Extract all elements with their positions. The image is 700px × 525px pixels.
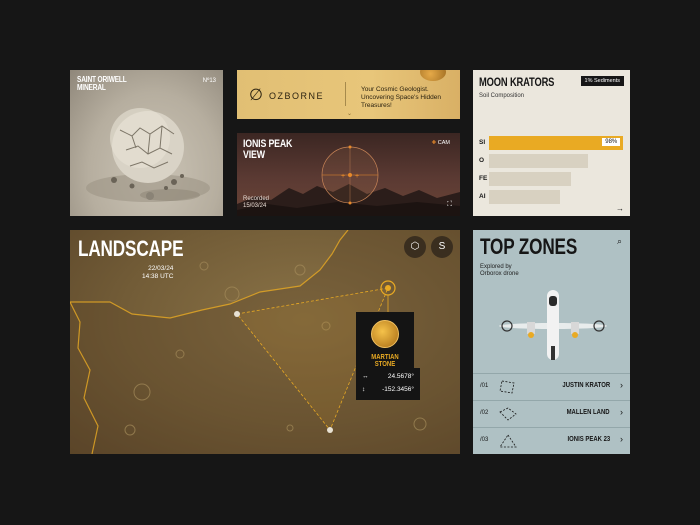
- composition-bar: [489, 190, 561, 204]
- peak-title: IONIS PEAK VIEW: [243, 139, 292, 161]
- fullscreen-icon[interactable]: ⛶: [447, 201, 452, 209]
- chevron-right-icon[interactable]: ›: [620, 434, 623, 444]
- zone-shape-icon: [499, 434, 517, 448]
- krators-title: MOON KRATORS: [479, 75, 555, 89]
- composition-label: FE: [479, 175, 488, 182]
- brand-name: OZBORNE: [269, 91, 325, 101]
- recorded-info: Recorded 15/03/24: [243, 196, 269, 210]
- composition-label: SI: [479, 139, 486, 146]
- zone-name: IONIS PEAK 23: [567, 436, 610, 443]
- svg-text:+: +: [355, 173, 359, 180]
- composition-bar: [489, 154, 588, 168]
- zone-name: JUSTIN KRATOR: [562, 382, 610, 389]
- tagline-line-2: Uncovering Space's Hidden Treasures!: [361, 94, 442, 109]
- drone-image: [499, 290, 607, 360]
- zone-row[interactable]: /02 MALLEN LAND ›: [473, 400, 630, 426]
- brand-tagline: Your Cosmic Geologist. Uncovering Space'…: [361, 86, 460, 110]
- zones-card[interactable]: TOP ZONES ⌕ Explored by Orborox drone /0…: [473, 230, 630, 454]
- martian-stone-image: [371, 320, 399, 348]
- zone-shape-icon: [499, 380, 515, 394]
- title-line-2: MINERAL: [77, 83, 106, 92]
- composition-row[interactable]: AI: [473, 190, 630, 204]
- mineral-number: Nº13: [202, 78, 216, 84]
- mineral-title: SAINT ORIWELL MINERAL: [77, 76, 127, 92]
- composition-label: O: [479, 157, 485, 164]
- krators-card[interactable]: MOON KRATORS 1% Sediments Soil Compositi…: [473, 70, 630, 216]
- recorded-date: 15/03/24: [243, 203, 267, 209]
- ozborne-logo-icon: ∅: [249, 87, 263, 104]
- recorded-label: Recorded: [243, 196, 270, 202]
- zone-shape-icon: [499, 407, 517, 421]
- zone-row[interactable]: /01 JUSTIN KRATOR ›: [473, 373, 630, 399]
- composition-label: AI: [479, 193, 486, 200]
- cam-indicator[interactable]: ✚ CAM: [432, 140, 450, 146]
- route-icon: S: [438, 241, 446, 252]
- latitude-row: ↕ -152.3456°: [362, 386, 414, 398]
- latitude-value: -152.3456°: [382, 386, 414, 393]
- composition-row[interactable]: O: [473, 154, 630, 168]
- vertical-arrows-icon: ↕: [362, 386, 366, 393]
- coordinates-panel: ↔ 24.5678° ↕ -152.3456°: [356, 368, 420, 400]
- arrow-right-icon[interactable]: →: [616, 204, 624, 213]
- poi-name: MARTIAN STONE: [371, 354, 399, 368]
- chevron-right-icon[interactable]: ›: [620, 380, 623, 390]
- zone-index: /03: [480, 437, 489, 443]
- chevron-right-icon[interactable]: ›: [620, 407, 623, 417]
- zones-title: TOP ZONES: [480, 234, 578, 259]
- title-line-2: VIEW: [243, 149, 265, 161]
- search-icon[interactable]: ⌕: [617, 236, 622, 247]
- zone-index: /01: [480, 383, 489, 389]
- landscape-title: LANDSCAPE: [78, 236, 184, 261]
- cube-view-button[interactable]: ⬡: [404, 236, 426, 258]
- krators-subtitle: Soil Composition: [479, 93, 525, 99]
- composition-bar: [489, 172, 572, 186]
- divider: [345, 82, 346, 106]
- mineral-card[interactable]: SAINT ORIWELL MINERAL Nº13: [70, 70, 223, 216]
- floating-rock: [420, 70, 446, 81]
- composition-row[interactable]: 98% SI: [473, 136, 630, 150]
- zone-row[interactable]: /03 IONIS PEAK 23 ›: [473, 427, 630, 453]
- zone-name: MALLEN LAND: [567, 409, 610, 416]
- route-button[interactable]: S: [431, 236, 453, 258]
- subtitle-line-1: Explored by: [480, 264, 512, 270]
- sediments-badge: 1% Sediments: [580, 76, 624, 86]
- composition-percent: 98%: [602, 138, 621, 146]
- composition-bar: 98%: [489, 136, 624, 150]
- horizontal-arrows-icon: ↔: [362, 373, 369, 380]
- tagline-line-1: Your Cosmic Geologist.: [361, 86, 429, 93]
- landscape-time: 14:38 UTC: [142, 273, 174, 280]
- longitude-row: ↔ 24.5678°: [362, 373, 414, 385]
- zones-subtitle: Explored by Orborox drone: [480, 264, 519, 278]
- brand-banner[interactable]: ∅ OZBORNE Your Cosmic Geologist. Uncover…: [237, 70, 460, 119]
- peak-view-card[interactable]: + + IONIS PEAK VIEW ✚ CAM Recorded 15/03…: [237, 133, 460, 216]
- landscape-timestamp: 22/03/24 14:38 UTC: [142, 265, 173, 281]
- landscape-map[interactable]: LANDSCAPE 22/03/24 14:38 UTC ⬡ S MARTIAN…: [70, 230, 460, 454]
- chevron-down-icon[interactable]: ⌄: [347, 110, 352, 117]
- subtitle-line-2: Orborox drone: [480, 271, 519, 277]
- cube-icon: ⬡: [410, 241, 420, 252]
- longitude-value: 24.5678°: [387, 373, 414, 380]
- svg-text:+: +: [341, 173, 345, 180]
- cam-label: CAM: [437, 140, 450, 146]
- landscape-date: 22/03/24: [148, 265, 174, 272]
- zone-index: /02: [480, 410, 489, 416]
- composition-row[interactable]: FE: [473, 172, 630, 186]
